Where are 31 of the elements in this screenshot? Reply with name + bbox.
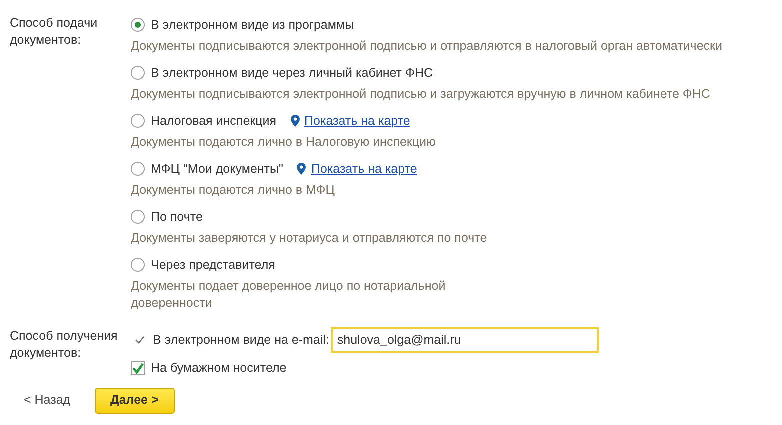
map-pin-icon bbox=[290, 115, 300, 127]
option-description: Документы подаются лично в МФЦ bbox=[131, 182, 336, 199]
option-description: Документы подает доверенное лицо по нотариальной доверенности bbox=[131, 278, 447, 312]
option-label: В электронном виде через личный кабинет ФНС bbox=[151, 64, 434, 82]
email-field[interactable]: shulova_olga@mail.ru bbox=[331, 327, 600, 353]
option-label: На бумажном носителе bbox=[151, 360, 287, 377]
option-description: Документы подписываются электронной подписью и загружаются вручную в личном кабинете ФНС bbox=[131, 86, 712, 103]
option-label: По почте bbox=[151, 208, 203, 226]
option-label: МФЦ "Мои документы" bbox=[151, 160, 284, 178]
radio-button[interactable] bbox=[131, 210, 145, 224]
radio-button[interactable] bbox=[131, 114, 145, 128]
field-label: Способ получения документов: bbox=[9, 328, 119, 362]
show-on-map-link[interactable]: Показать на карте bbox=[311, 160, 418, 178]
back-button[interactable]: < Назад bbox=[24, 391, 71, 410]
option-description: Документы заверяются у нотариуса и отправляются по почте bbox=[131, 230, 488, 247]
field-label: Способ подачи документов: bbox=[9, 15, 99, 49]
next-button[interactable]: Далее > bbox=[94, 388, 175, 414]
radio-button[interactable] bbox=[131, 18, 145, 32]
option-label: Налоговая инспекция bbox=[151, 112, 277, 130]
radio-button[interactable] bbox=[131, 66, 145, 80]
option-label: Через представителя bbox=[151, 256, 276, 274]
show-on-map-link[interactable]: Показать на карте bbox=[304, 112, 410, 130]
radio-button[interactable] bbox=[131, 162, 145, 176]
option-label: В электронном виде из программы bbox=[151, 16, 354, 34]
radio-button[interactable] bbox=[131, 258, 145, 272]
map-pin-icon bbox=[297, 163, 306, 175]
checkbox[interactable] bbox=[131, 361, 145, 376]
check-icon[interactable] bbox=[135, 335, 145, 345]
option-label: В электронном виде на e-mail: bbox=[153, 332, 330, 349]
option-description: Документы подаются лично в Налоговую инспекцию bbox=[131, 134, 437, 151]
option-description: Документы подписываются электронной подписью и отправляются в налоговый орган автоматически bbox=[131, 38, 722, 55]
